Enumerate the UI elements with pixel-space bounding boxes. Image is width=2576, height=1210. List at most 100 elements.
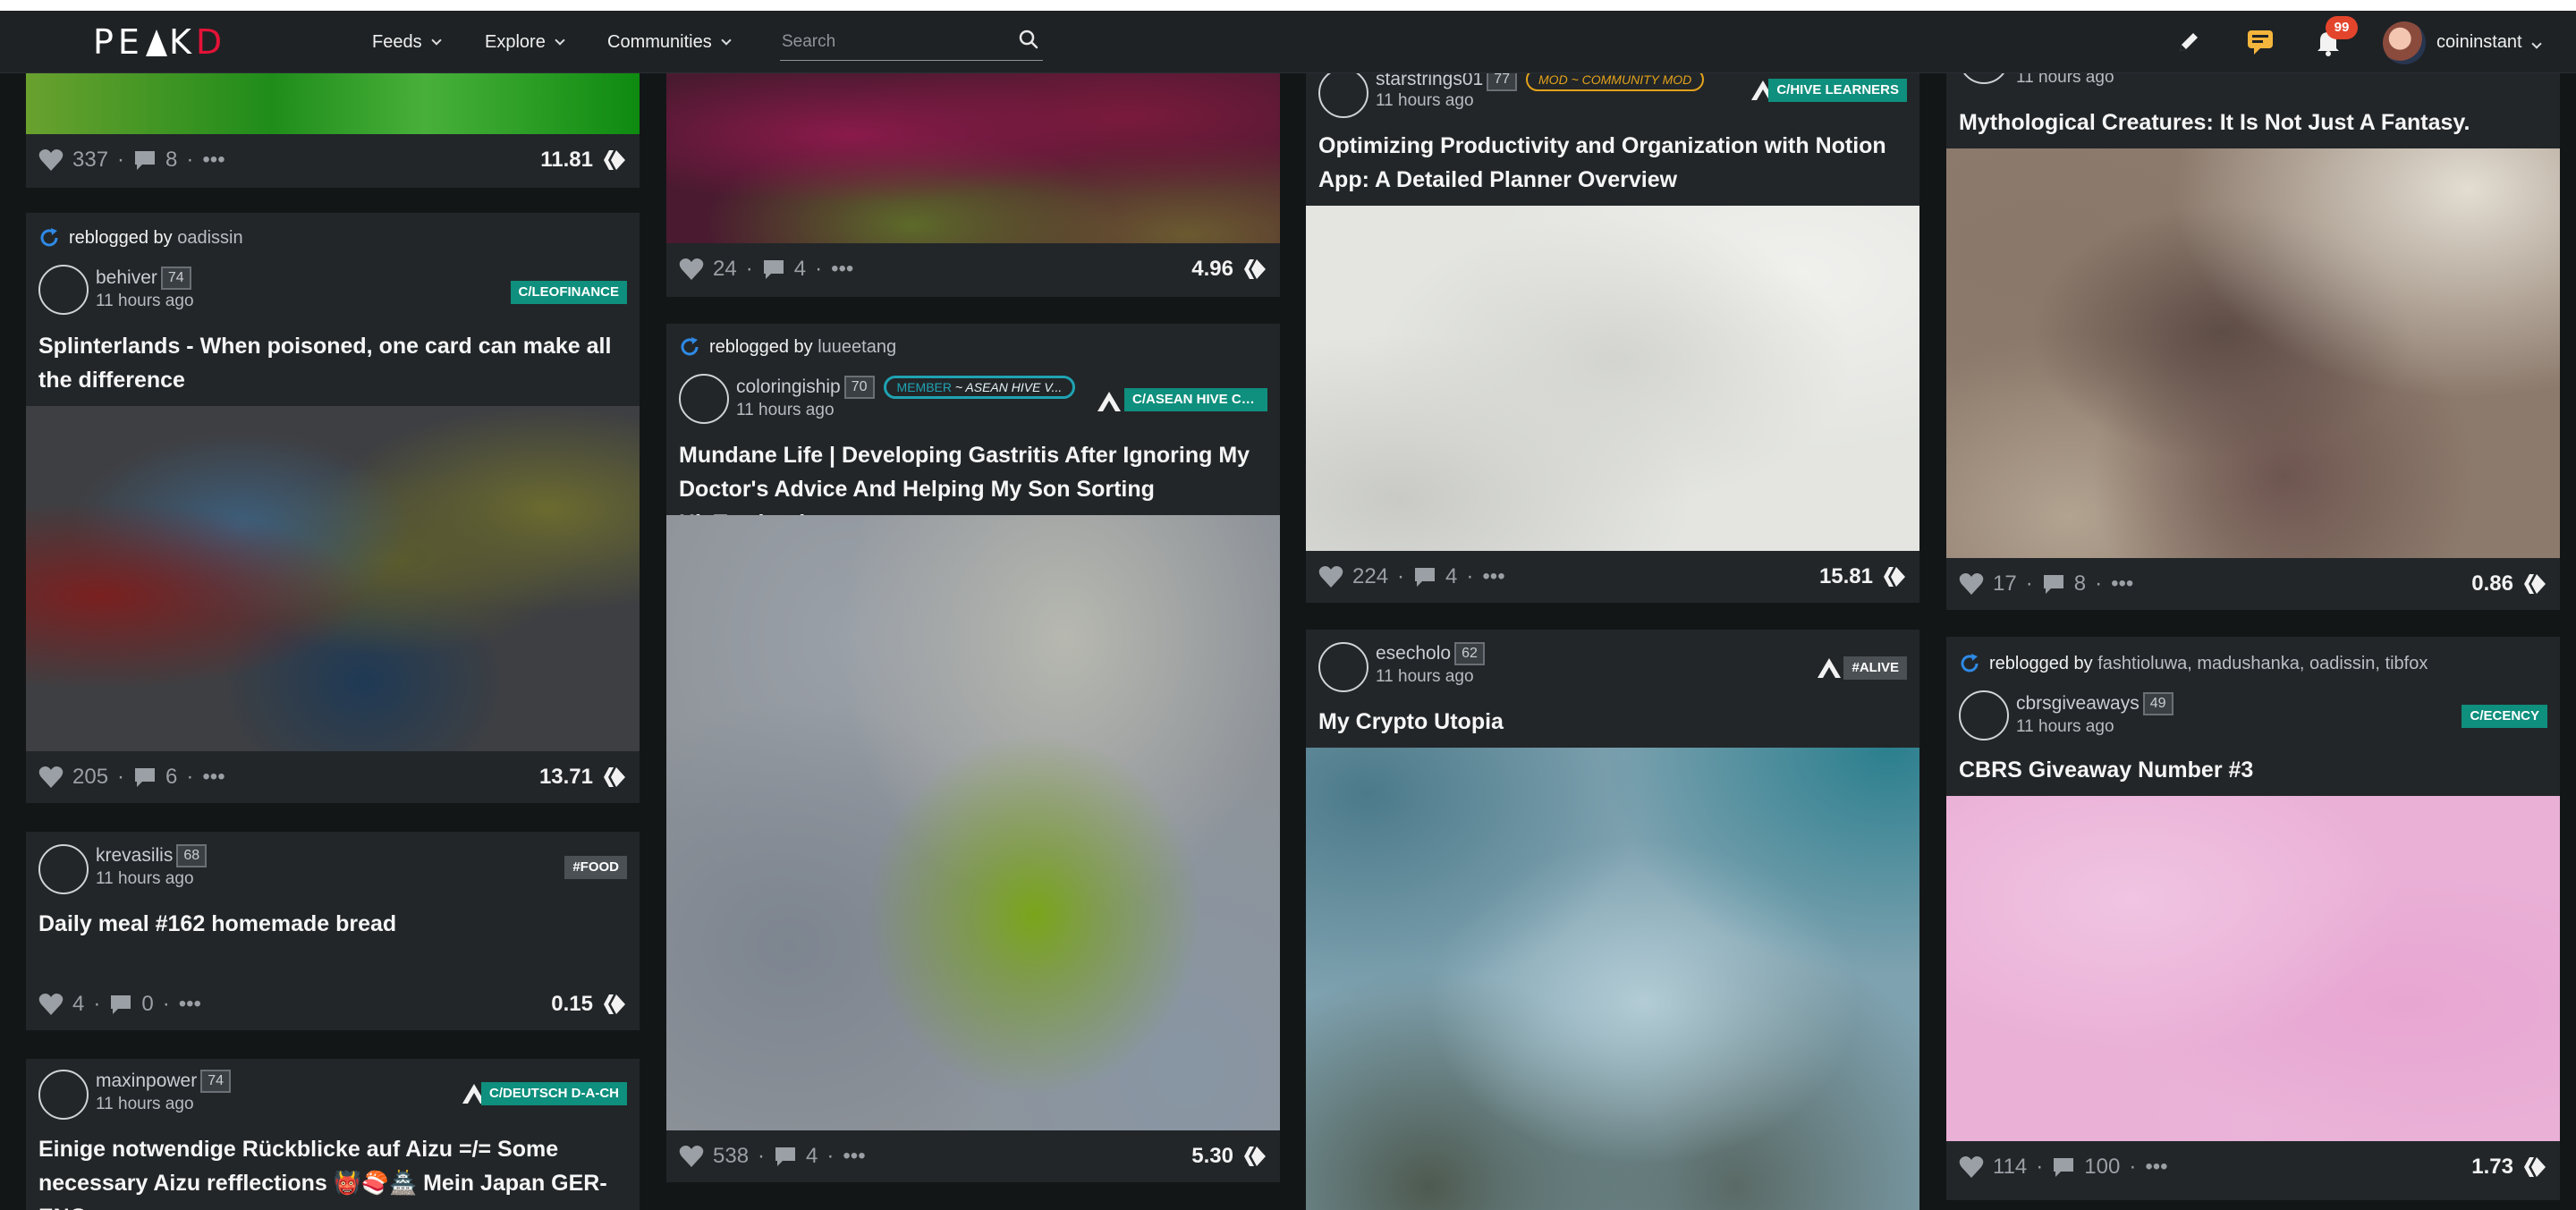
post-time[interactable]: 11 hours ago xyxy=(96,1095,194,1114)
comment-icon[interactable] xyxy=(762,258,785,280)
reblogger-link[interactable]: oadissin xyxy=(177,228,242,249)
post-title[interactable]: Daily meal #162 homemade bread xyxy=(38,907,627,941)
author-avatar[interactable] xyxy=(1959,690,2009,740)
post-card[interactable]: krevasilis 68 11 hours ago #FOOD Daily me… xyxy=(26,832,640,1030)
post-time[interactable]: 11 hours ago xyxy=(96,292,194,311)
heart-icon[interactable] xyxy=(1959,572,1984,596)
more-options-icon[interactable]: ••• xyxy=(831,257,853,282)
chat-icon[interactable] xyxy=(2245,27,2275,57)
vote-count[interactable]: 24 xyxy=(713,257,737,282)
comment-count[interactable]: 6 xyxy=(165,765,177,790)
vote-count[interactable]: 17 xyxy=(1993,571,2017,597)
post-payout[interactable]: 4.96 xyxy=(1191,257,1267,282)
community-tag[interactable]: C/ECENCY xyxy=(2462,705,2547,728)
post-title[interactable]: Optimizing Productivity and Organization… xyxy=(1318,129,1907,197)
user-avatar[interactable] xyxy=(2383,21,2426,64)
post-thumbnail[interactable] xyxy=(1946,796,2560,1141)
heart-icon[interactable] xyxy=(1318,565,1343,588)
comment-count[interactable]: 4 xyxy=(794,257,806,282)
post-card[interactable]: starstrings01 77 MOD ~ COMMUNITY MOD 11 h… xyxy=(1306,61,1919,603)
comment-icon[interactable] xyxy=(133,149,157,171)
post-title[interactable]: Mythological Creatures: It Is Not Just A… xyxy=(1959,106,2547,140)
community-tag[interactable]: C/HIVE LEARNERS xyxy=(1768,79,1907,102)
peakd-logo[interactable]: PE KD xyxy=(93,21,226,63)
author-avatar[interactable] xyxy=(1318,642,1368,692)
community-tag[interactable]: C/ASEAN HIVE CO... xyxy=(1124,388,1267,411)
post-card[interactable]: 24 · 4 · ••• 4.96 xyxy=(666,63,1280,297)
more-options-icon[interactable]: ••• xyxy=(2145,1155,2167,1180)
post-card[interactable]: 337 · 8 · ••• 11.81 xyxy=(26,63,640,188)
heart-icon[interactable] xyxy=(679,1145,704,1168)
post-time[interactable]: 11 hours ago xyxy=(2016,717,2114,737)
post-title[interactable]: My Crypto Utopia xyxy=(1318,705,1907,739)
comment-count[interactable]: 4 xyxy=(806,1144,818,1169)
vote-count[interactable]: 538 xyxy=(713,1144,749,1169)
community-tag[interactable]: C/DEUTSCH D-A-CH xyxy=(481,1082,627,1105)
heart-icon[interactable] xyxy=(1959,1155,1984,1179)
comment-icon[interactable] xyxy=(109,994,132,1015)
post-time[interactable]: 11 hours ago xyxy=(96,869,194,889)
comment-icon[interactable] xyxy=(774,1146,797,1167)
heart-icon[interactable] xyxy=(38,766,64,789)
search-input[interactable] xyxy=(782,30,996,54)
post-payout[interactable]: 11.81 xyxy=(540,148,627,173)
post-payout[interactable]: 0.86 xyxy=(2471,571,2547,597)
author-name[interactable]: cbrsgiveaways xyxy=(2016,693,2140,715)
post-thumbnail[interactable] xyxy=(26,63,640,134)
notification-count-badge[interactable]: 99 xyxy=(2326,16,2358,39)
author-avatar[interactable] xyxy=(1318,68,1368,118)
comment-count[interactable]: 100 xyxy=(2084,1155,2120,1180)
post-card[interactable]: esecholo 62 11 hours ago #ALIVE My Crypto… xyxy=(1306,630,1919,1210)
post-thumbnail[interactable] xyxy=(1306,748,1919,1210)
community-tag[interactable]: #ALIVE xyxy=(1843,656,1907,680)
nav-feeds[interactable]: Feeds xyxy=(372,21,442,63)
community-tag[interactable]: #FOOD xyxy=(564,856,627,879)
comment-count[interactable]: 4 xyxy=(1445,564,1457,589)
post-card[interactable]: reblogged by oadissin behiver 74 11 hours… xyxy=(26,213,640,803)
post-card[interactable]: reblogged by luueetang coloringiship 70 M… xyxy=(666,324,1280,1182)
more-options-icon[interactable]: ••• xyxy=(843,1144,865,1169)
author-name[interactable]: behiver xyxy=(96,267,157,289)
heart-icon[interactable] xyxy=(679,258,704,281)
post-thumbnail[interactable] xyxy=(1946,148,2560,558)
comment-count[interactable]: 8 xyxy=(165,148,177,173)
reblogger-link[interactable]: luueetang xyxy=(818,337,896,358)
vote-count[interactable]: 114 xyxy=(1993,1155,2027,1180)
community-tag[interactable]: C/LEOFINANCE xyxy=(510,281,627,304)
more-options-icon[interactable]: ••• xyxy=(202,765,225,790)
comment-icon[interactable] xyxy=(2042,573,2065,595)
post-time[interactable]: 11 hours ago xyxy=(1376,667,1474,687)
author-avatar[interactable] xyxy=(679,374,729,424)
heart-icon[interactable] xyxy=(38,148,64,172)
post-title[interactable]: CBRS Giveaway Number #3 xyxy=(1959,753,2547,787)
more-options-icon[interactable]: ••• xyxy=(1482,564,1504,589)
post-title[interactable]: Splinterlands - When poisoned, one card … xyxy=(38,329,627,397)
post-thumbnail[interactable] xyxy=(666,63,1280,243)
post-title[interactable]: Einige notwendige Rückblicke auf Aizu =/… xyxy=(38,1132,627,1210)
post-thumbnail[interactable] xyxy=(26,406,640,751)
post-thumbnail[interactable] xyxy=(666,515,1280,1130)
author-avatar[interactable] xyxy=(38,1070,89,1120)
nav-communities[interactable]: Communities xyxy=(607,21,732,63)
user-menu[interactable]: coininstant xyxy=(2436,21,2542,63)
author-avatar[interactable] xyxy=(38,265,89,315)
post-payout[interactable]: 1.73 xyxy=(2471,1155,2547,1180)
comment-count[interactable]: 8 xyxy=(2074,571,2086,597)
comment-count[interactable]: 0 xyxy=(141,992,153,1017)
post-payout[interactable]: 5.30 xyxy=(1191,1144,1267,1169)
search-icon[interactable] xyxy=(1018,29,1039,50)
vote-count[interactable]: 4 xyxy=(72,992,84,1017)
author-name[interactable]: maxinpower xyxy=(96,1070,197,1092)
post-time[interactable]: 11 hours ago xyxy=(1376,91,1474,111)
more-options-icon[interactable]: ••• xyxy=(202,148,225,173)
post-card[interactable]: 11 hours ago Mythological Creatures: It … xyxy=(1946,55,2560,610)
post-card[interactable]: maxinpower 74 11 hours ago C/DEUTSCH D-A-… xyxy=(26,1059,640,1210)
pencil-icon[interactable] xyxy=(2174,27,2204,57)
nav-explore[interactable]: Explore xyxy=(485,21,565,63)
vote-count[interactable]: 337 xyxy=(72,148,108,173)
post-card[interactable]: reblogged by fashtioluwa, madushanka, oa… xyxy=(1946,637,2560,1200)
post-time[interactable]: 11 hours ago xyxy=(736,401,835,420)
more-options-icon[interactable]: ••• xyxy=(2111,571,2133,597)
author-avatar[interactable] xyxy=(38,844,89,894)
post-payout[interactable]: 15.81 xyxy=(1819,564,1907,589)
